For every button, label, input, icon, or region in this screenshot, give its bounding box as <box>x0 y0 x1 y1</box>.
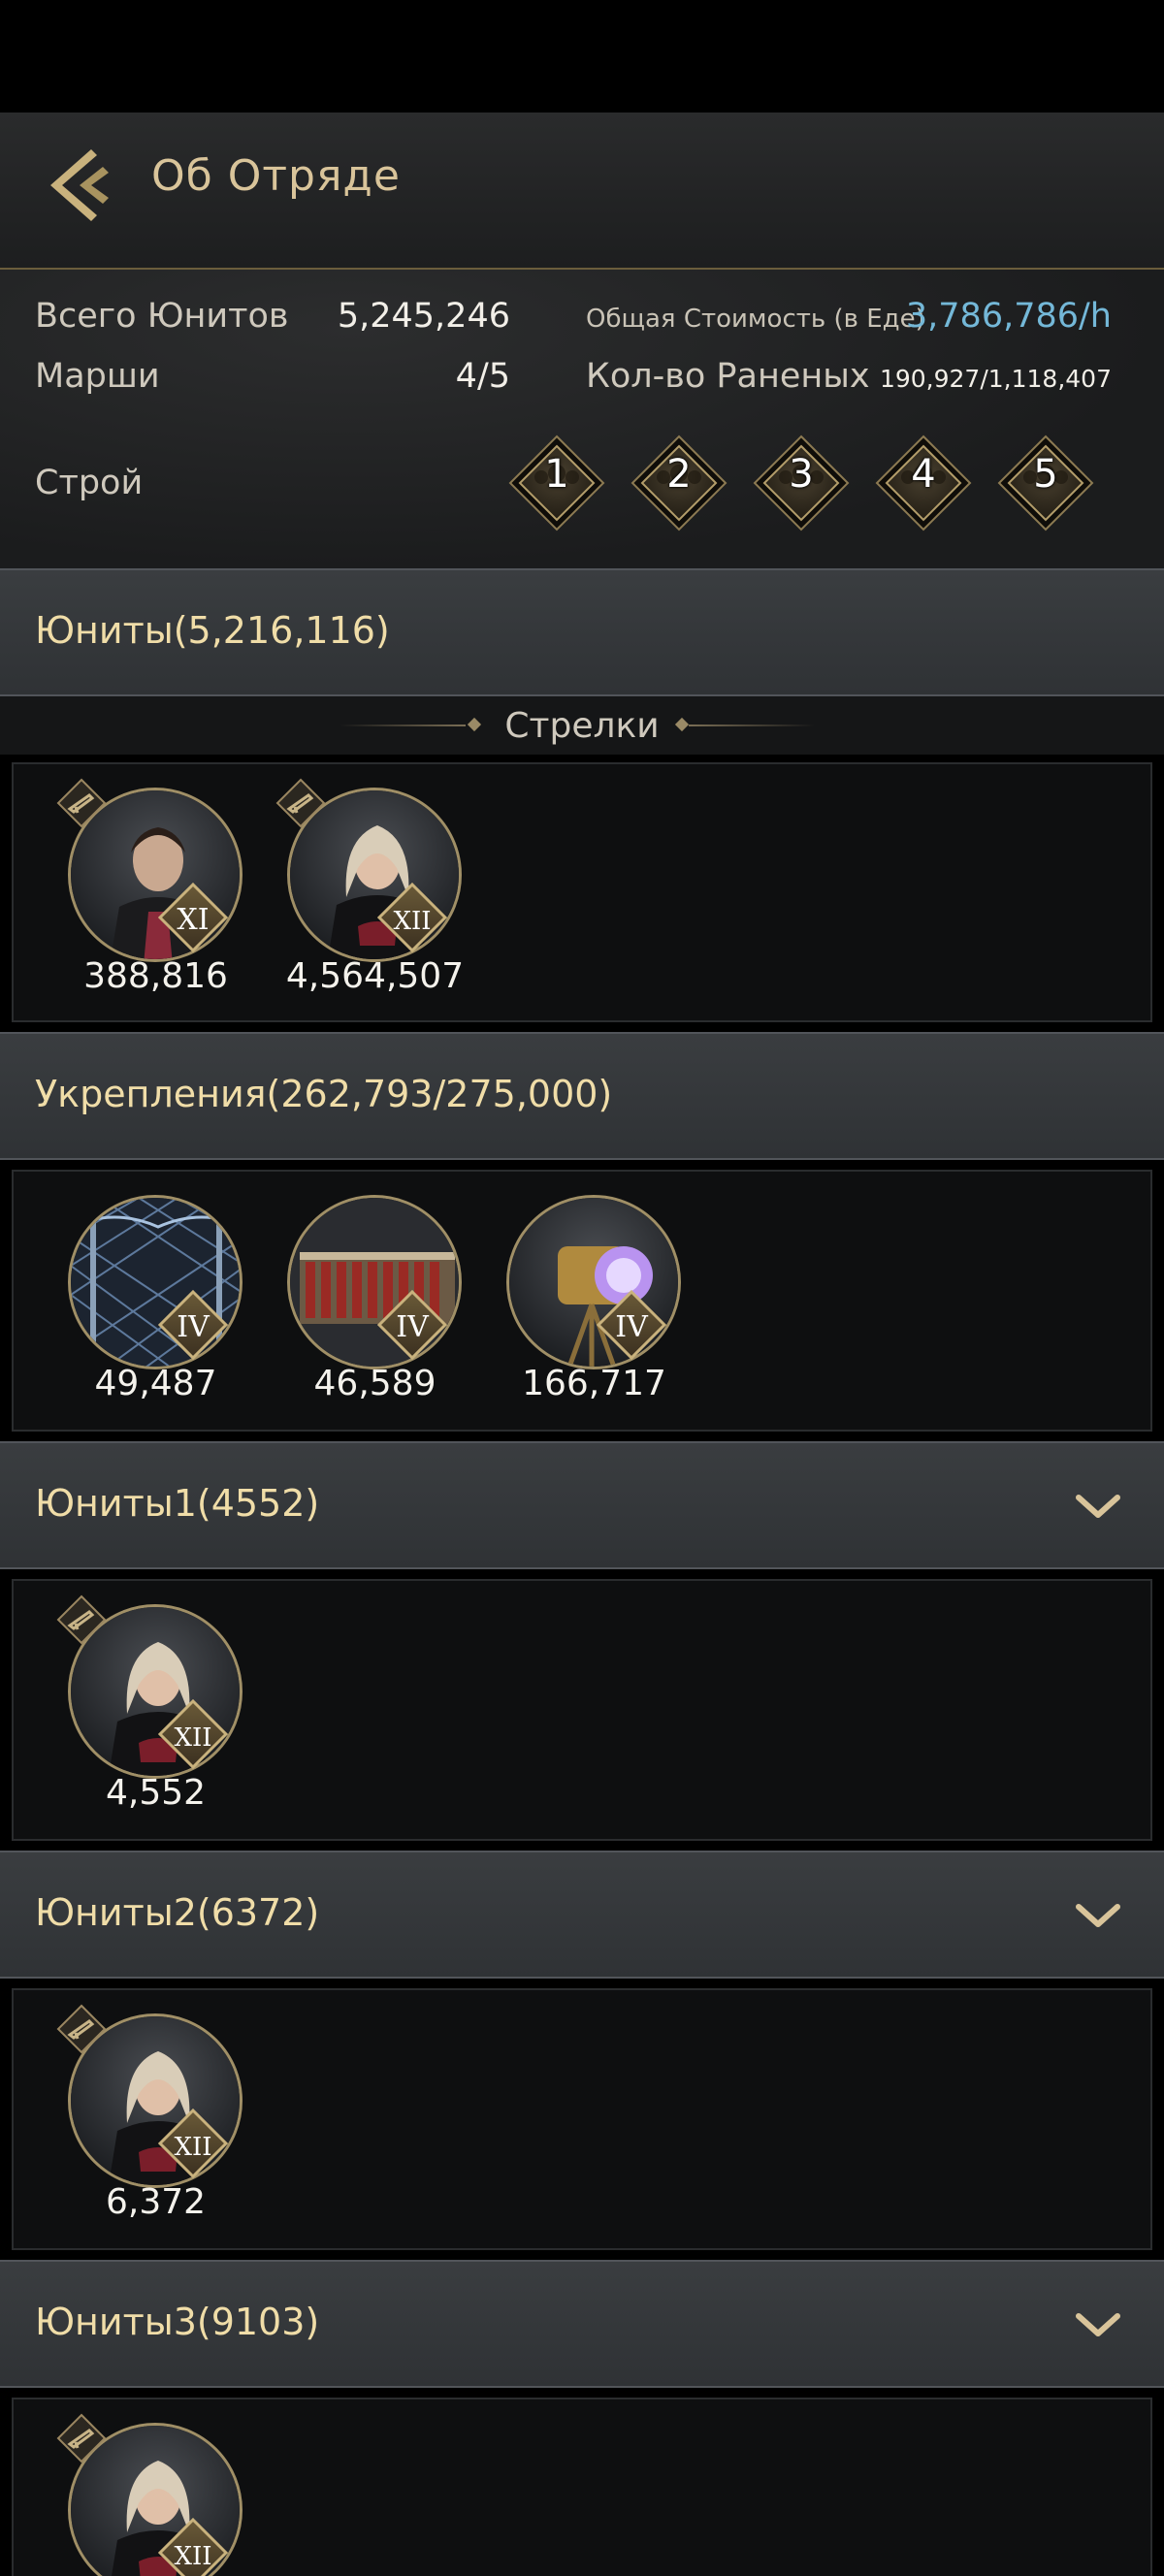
rank-badge-icon: IV <box>597 1290 666 1360</box>
rifle-type-icon <box>56 1594 107 1645</box>
status-bar <box>0 0 1164 113</box>
fortification-card[interactable]: IV 166,717 <box>495 1185 681 1408</box>
section-title: Укрепления(262,793/275,000) <box>35 1073 613 1115</box>
formation-slot-2[interactable]: 2 <box>630 435 728 531</box>
rank-text: IV <box>177 1310 210 1344</box>
unit-card[interactable]: XII 4,564,507 <box>275 778 464 1001</box>
formation-label: Строй <box>35 464 144 502</box>
rank-text: XII <box>174 1723 211 1753</box>
chevron-down-icon <box>1076 1904 1120 1927</box>
rifle-type-icon <box>275 778 326 828</box>
unit-count: 166,717 <box>522 1364 666 1403</box>
rifle-type-icon <box>56 778 107 828</box>
unit-card[interactable]: XII 6,372 <box>56 2004 242 2227</box>
formation-slot-5[interactable]: 5 <box>997 435 1094 531</box>
unit-count: 6,372 <box>105 2182 207 2222</box>
unit-category-label: Стрелки <box>504 706 660 746</box>
formation-number: 1 <box>544 452 569 497</box>
section-title: Юниты1(4552) <box>35 1482 320 1525</box>
unit-card[interactable]: XI 388,816 <box>56 778 242 1001</box>
wounded-label: Кол-во Раненых <box>586 357 870 396</box>
rank-badge-icon: IV <box>377 1290 447 1360</box>
formation-slot-4[interactable]: 4 <box>875 435 972 531</box>
units3-panel: XII <box>12 2398 1152 2576</box>
formation-slot-3[interactable]: 3 <box>753 435 850 531</box>
rank-text: IV <box>615 1310 649 1344</box>
rank-badge-icon: IV <box>158 1290 228 1360</box>
marches-label: Марши <box>35 357 160 396</box>
section-units1[interactable]: Юниты1(4552) <box>0 1441 1164 1569</box>
back-chevron-icon <box>50 149 109 221</box>
units-panel: XI 388,816 XII 4,564,507 <box>12 762 1152 1022</box>
section-units2[interactable]: Юниты2(6372) <box>0 1851 1164 1979</box>
wounded-value: 190,927/1,118,407 <box>879 365 1112 393</box>
rank-badge-icon: XII <box>377 883 447 952</box>
unit-category-header: Стрелки <box>0 696 1164 755</box>
section-title: Юниты2(6372) <box>35 1891 320 1934</box>
rank-badge-icon: XII <box>158 2518 228 2576</box>
divider <box>689 724 815 726</box>
rank-badge-icon: XII <box>158 1699 228 1769</box>
rifle-type-icon <box>56 2004 107 2054</box>
unit-count: 46,589 <box>313 1364 436 1403</box>
section-title: Юниты(5,216,116) <box>35 609 390 652</box>
section-units[interactable]: Юниты(5,216,116) <box>0 568 1164 696</box>
fortification-card[interactable]: IV 46,589 <box>275 1185 462 1408</box>
rank-text: IV <box>396 1310 430 1344</box>
marches-value: 4/5 <box>455 357 510 396</box>
fortification-card[interactable]: IV 49,487 <box>56 1185 242 1408</box>
unit-count: 4,564,507 <box>285 956 465 996</box>
formation-slot-1[interactable]: 1 <box>508 435 605 531</box>
section-fortifications[interactable]: Укрепления(262,793/275,000) <box>0 1032 1164 1160</box>
formation-number: 5 <box>1033 452 1058 497</box>
units2-panel: XII 6,372 <box>12 1988 1152 2250</box>
fortifications-panel: IV 49,487 IV 46,589 IV 166,717 <box>12 1170 1152 1432</box>
total-cost-value: 3,786,786/h <box>905 297 1112 336</box>
rank-badge-icon: XII <box>158 2109 228 2178</box>
back-button[interactable] <box>41 142 122 229</box>
unit-card[interactable]: XII 4,552 <box>56 1594 242 1818</box>
unit-count: 4,552 <box>105 1773 207 1813</box>
rank-text: XI <box>177 903 209 937</box>
chevron-down-icon <box>1076 1495 1120 1518</box>
formation-number: 2 <box>666 452 692 497</box>
total-units-label: Всего Юнитов <box>35 297 289 336</box>
unit-card[interactable]: XII <box>56 2413 242 2576</box>
page-header: Об Отряде <box>0 113 1164 270</box>
page-title: Об Отряде <box>151 151 401 201</box>
rank-badge-icon: XI <box>158 883 228 952</box>
unit-count: 388,816 <box>83 956 228 996</box>
rifle-type-icon <box>56 2413 107 2463</box>
section-title: Юниты3(9103) <box>35 2301 320 2343</box>
units1-panel: XII 4,552 <box>12 1579 1152 1841</box>
rank-text: XII <box>174 2133 211 2162</box>
section-units3[interactable]: Юниты3(9103) <box>0 2260 1164 2388</box>
formation-number: 4 <box>911 452 936 497</box>
rank-text: XII <box>393 907 431 936</box>
unit-count: 49,487 <box>94 1364 217 1403</box>
rank-text: XII <box>174 2542 211 2571</box>
formation-number: 3 <box>789 452 814 497</box>
chevron-down-icon <box>1076 2313 1120 2336</box>
total-units-value: 5,245,246 <box>337 297 510 336</box>
